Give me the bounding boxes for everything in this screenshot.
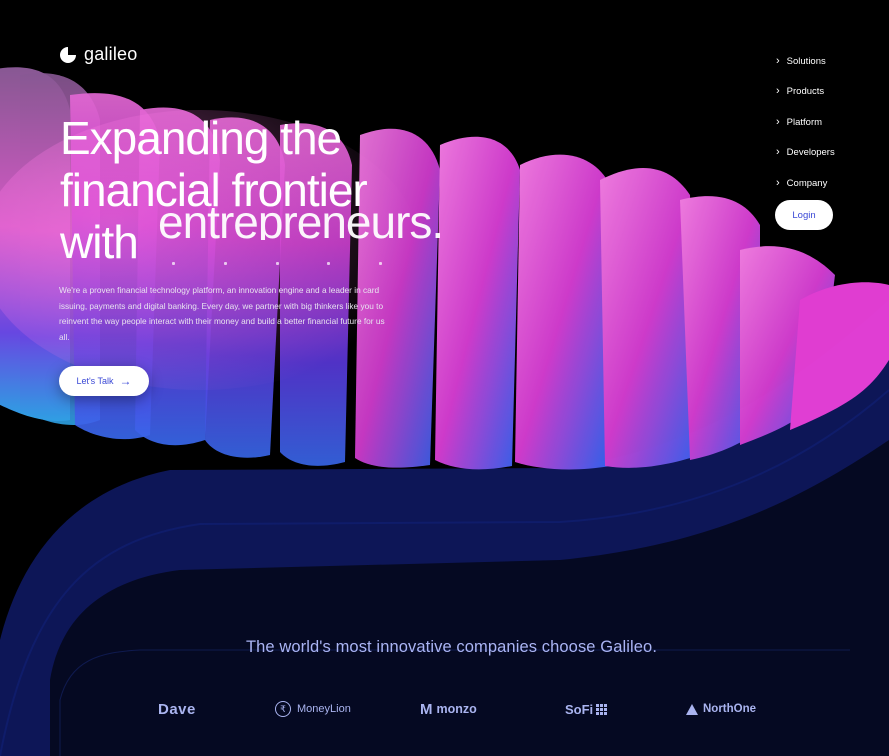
sofi-wordmark: SoFi xyxy=(565,701,594,717)
nav-item-developers[interactable]: › Developers xyxy=(776,138,866,169)
northone-mark-icon xyxy=(686,703,698,715)
chevron-right-icon: › xyxy=(776,54,780,67)
lets-talk-button[interactable]: Let's Talk → xyxy=(59,366,149,396)
monzo-wordmark: monzo xyxy=(436,702,477,716)
nav-item-label: Platform xyxy=(786,116,823,128)
monzo-mark-icon: M xyxy=(420,700,433,718)
nav-item-products[interactable]: › Products xyxy=(776,77,866,108)
clients-heading: The world's most innovative companies ch… xyxy=(245,638,658,656)
login-button[interactable]: Login xyxy=(775,200,833,230)
headline-rotating-word: entrepreneurs. xyxy=(158,196,444,240)
nav-item-label: Products xyxy=(786,86,825,98)
sofi-mark-icon xyxy=(596,703,608,715)
nav-item-platform[interactable]: › Platform xyxy=(776,107,866,138)
galileo-logo[interactable]: galileo xyxy=(58,44,137,65)
nav-item-solutions[interactable]: › Solutions xyxy=(776,46,866,77)
moneylion-logo: ₹ MoneyLion xyxy=(275,697,351,721)
chevron-right-icon: › xyxy=(776,85,780,98)
client-logos: Dave ₹ MoneyLion M monzo SoFi NorthOne xyxy=(0,697,889,721)
chevron-right-icon: › xyxy=(776,176,780,189)
headline-line: Expanding the xyxy=(60,112,342,164)
arrow-right-icon: → xyxy=(119,374,132,388)
main-nav: › Solutions › Products › Platform › Deve… xyxy=(776,46,866,199)
nav-item-company[interactable]: › Company xyxy=(776,168,866,199)
sofi-logo: SoFi xyxy=(565,697,608,721)
dave-logo: Dave xyxy=(158,700,196,718)
hero-headline: Expanding the financial frontier with xyxy=(60,112,500,268)
chevron-right-icon: › xyxy=(776,115,780,128)
northone-logo: NorthOne xyxy=(686,697,756,721)
hero-description: We're a proven financial technology plat… xyxy=(59,285,385,343)
chevron-right-icon: › xyxy=(776,146,780,159)
moneylion-wordmark: MoneyLion xyxy=(297,703,351,715)
cta-label: Let's Talk xyxy=(76,376,114,386)
monzo-logo: M monzo xyxy=(420,697,477,721)
nav-item-label: Developers xyxy=(786,147,835,159)
rotating-word-fragment xyxy=(172,262,382,266)
northone-wordmark: NorthOne xyxy=(703,703,757,715)
galileo-mark-icon xyxy=(60,46,76,63)
nav-item-label: Company xyxy=(786,177,828,189)
moneylion-mark-icon: ₹ xyxy=(275,701,291,717)
nav-item-label: Solutions xyxy=(786,55,826,67)
brand-name: galileo xyxy=(84,44,138,64)
